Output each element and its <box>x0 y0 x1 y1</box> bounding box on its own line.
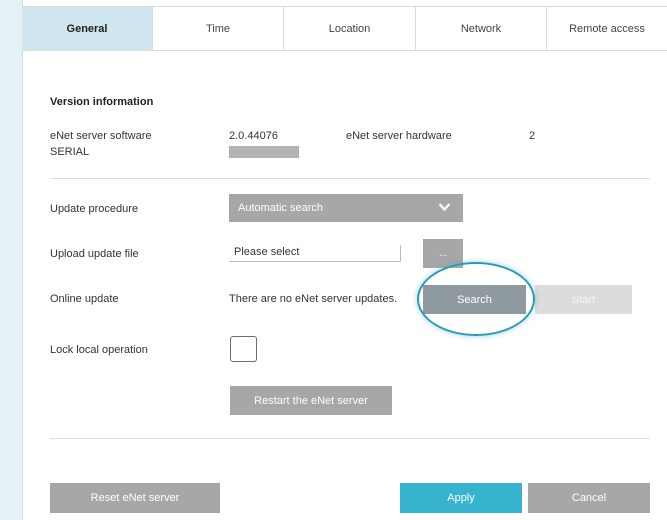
apply-button[interactable]: Apply <box>400 483 522 513</box>
software-label: eNet server software <box>50 130 152 142</box>
hardware-version: 2 <box>529 130 536 142</box>
tab-location[interactable]: Location <box>284 7 416 50</box>
cancel-button[interactable]: Cancel <box>528 483 650 513</box>
browse-button[interactable]: ... <box>423 239 463 268</box>
tab-general[interactable]: General <box>22 7 153 50</box>
update-procedure-select[interactable]: Automatic search <box>229 194 463 222</box>
tab-network[interactable]: Network <box>416 7 547 50</box>
start-button[interactable]: Start <box>535 285 632 314</box>
restart-server-button[interactable]: Restart the eNet server <box>230 386 392 415</box>
hardware-label: eNet server hardware <box>346 130 452 142</box>
reset-server-button[interactable]: Reset eNet server <box>50 483 220 513</box>
serial-value-redacted <box>229 146 299 158</box>
lock-local-label: Lock local operation <box>50 344 148 356</box>
tab-remote-access[interactable]: Remote access <box>547 7 667 50</box>
upload-file-label: Upload update file <box>50 248 139 260</box>
tab-bar: General Time Location Network Remote acc… <box>22 6 667 51</box>
divider <box>50 438 650 439</box>
search-button[interactable]: Search <box>423 285 526 314</box>
update-procedure-value: Automatic search <box>238 202 323 214</box>
online-update-status: There are no eNet server updates. <box>229 293 398 305</box>
version-heading: Version information <box>50 96 154 108</box>
online-update-label: Online update <box>50 293 119 305</box>
divider <box>50 178 650 179</box>
serial-label: SERIAL <box>50 146 90 158</box>
software-version: 2.0.44076 <box>229 130 278 142</box>
upload-file-input[interactable]: Please select <box>229 245 401 262</box>
lock-local-checkbox[interactable] <box>230 336 257 362</box>
chevron-down-icon <box>438 203 451 212</box>
tab-time[interactable]: Time <box>153 7 284 50</box>
update-procedure-label: Update procedure <box>50 203 139 215</box>
